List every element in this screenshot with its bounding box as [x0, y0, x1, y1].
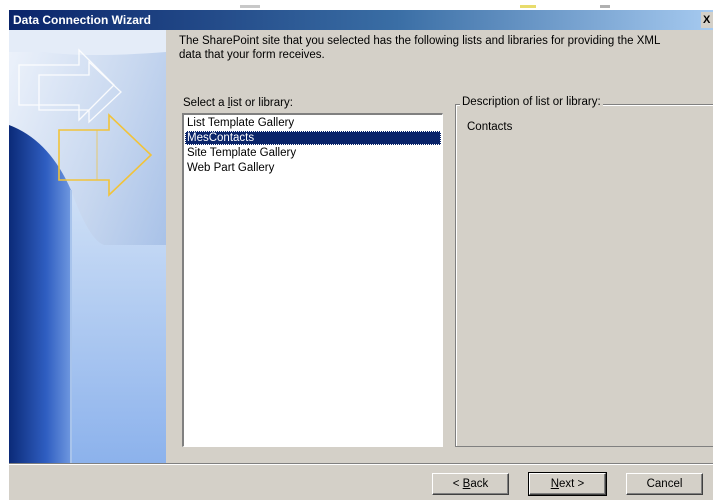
- list-label-post: ist or library:: [230, 97, 293, 109]
- intro-text: The SharePoint site that you selected ha…: [179, 34, 713, 62]
- intro-text-line: data that your form receives.: [179, 49, 325, 61]
- next-button[interactable]: Next >: [528, 472, 607, 496]
- next-button-post: ext >: [559, 478, 585, 490]
- list-item-site-template-gallery[interactable]: Site Template Gallery: [185, 146, 441, 160]
- intro-text-line: The SharePoint site that you selected ha…: [179, 35, 661, 47]
- separator-highlight: [9, 464, 713, 465]
- description-text: Contacts: [467, 121, 513, 133]
- description-group: [455, 104, 713, 447]
- description-label: Description of list or library:: [460, 96, 603, 108]
- list-item-list-template-gallery[interactable]: List Template Gallery: [185, 116, 441, 130]
- background-mark: [240, 5, 260, 8]
- back-button-pre: <: [452, 478, 463, 490]
- wizard-banner-graphic-svg: [9, 30, 166, 463]
- data-connection-wizard-dialog: Data Connection Wizard X The SharePoint …: [9, 10, 713, 500]
- list-label-pre: Select a: [183, 97, 228, 109]
- background-left-edge: [0, 10, 9, 500]
- back-button[interactable]: < Back: [432, 473, 509, 495]
- background-mark: [600, 5, 610, 8]
- wizard-banner-graphic: [9, 30, 166, 463]
- list-library-listbox[interactable]: List Template Gallery MesContacts Site T…: [182, 113, 443, 447]
- cancel-button[interactable]: Cancel: [626, 473, 703, 495]
- list-item-mescontacts[interactable]: MesContacts: [185, 131, 441, 145]
- list-label: Select a list or library:: [183, 97, 293, 109]
- close-icon[interactable]: X: [701, 12, 713, 28]
- background-mark: [520, 5, 536, 8]
- back-button-post: ack: [470, 478, 489, 490]
- list-item-web-part-gallery[interactable]: Web Part Gallery: [185, 161, 441, 175]
- window-title: Data Connection Wizard: [13, 13, 151, 27]
- title-bar[interactable]: Data Connection Wizard X: [9, 10, 713, 30]
- background-strip: [0, 0, 713, 10]
- next-button-accelerator: N: [550, 478, 560, 490]
